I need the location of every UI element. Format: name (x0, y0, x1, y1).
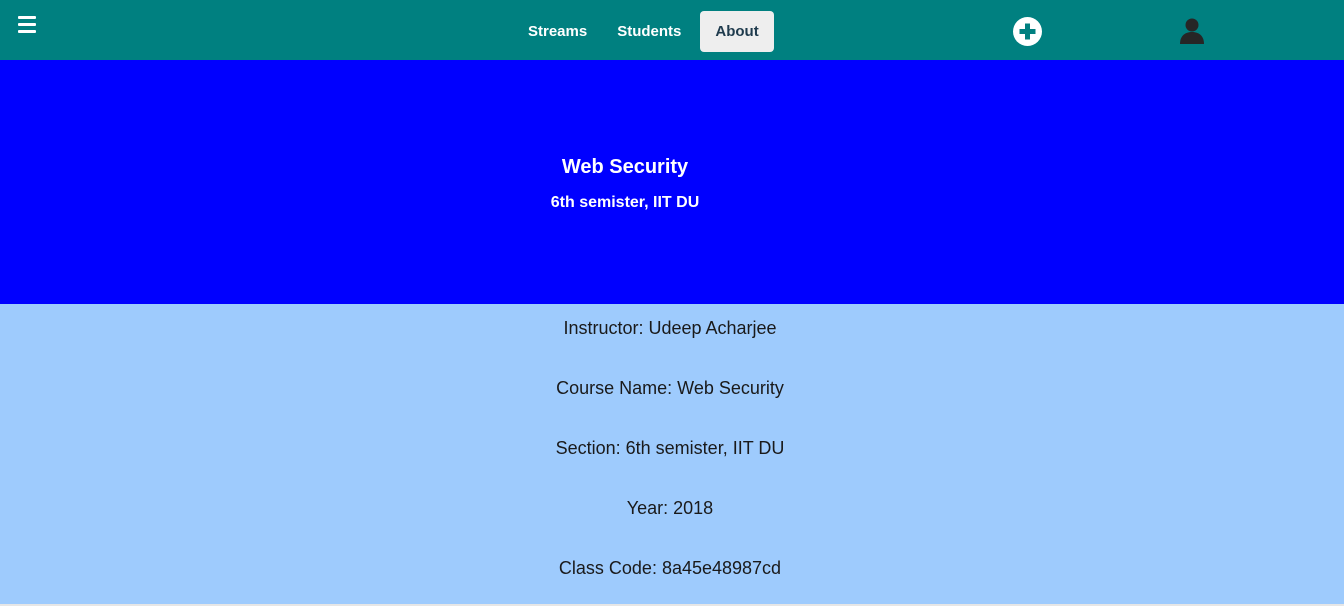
course-info-panel: Instructor: Udeep Acharjee Course Name: … (0, 304, 1344, 604)
nav-tabs: Streams Students About (513, 11, 774, 52)
user-icon[interactable] (1178, 16, 1206, 44)
year-text: Year: 2018 (626, 498, 714, 518)
course-banner: Web Security 6th semister, IIT DU (0, 60, 1344, 304)
course-title: Web Security (561, 156, 689, 178)
instructor-text: Instructor: Udeep Acharjee (563, 318, 777, 338)
course-name-text: Course Name: Web Security (556, 378, 784, 398)
top-navbar: Streams Students About (0, 0, 1344, 60)
section-text: Section: 6th semister, IIT DU (555, 438, 785, 458)
hamburger-menu-icon[interactable] (18, 16, 36, 34)
plus-circle-icon[interactable] (1013, 17, 1042, 46)
tab-students[interactable]: Students (602, 11, 696, 52)
tab-about[interactable]: About (700, 11, 774, 52)
tab-streams[interactable]: Streams (513, 11, 602, 52)
class-code-text: Class Code: 8a45e48987cd (558, 558, 782, 578)
course-subtitle: 6th semister, IIT DU (550, 194, 700, 211)
